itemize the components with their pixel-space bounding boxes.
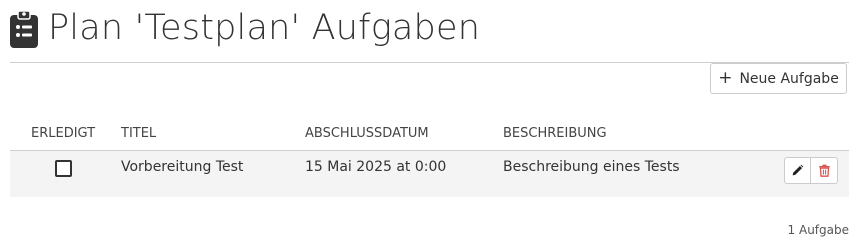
plus-icon: + <box>718 68 733 88</box>
trash-icon <box>818 164 830 177</box>
table-row: Vorbereitung Test 15 Mai 2025 at 0:00 Be… <box>10 151 849 197</box>
done-checkbox[interactable] <box>55 160 72 177</box>
column-header-due-date: ABSCHLUSSDATUM <box>305 126 429 141</box>
new-task-label: Neue Aufgabe <box>739 70 839 87</box>
pencil-icon <box>792 164 804 176</box>
new-task-button[interactable]: + Neue Aufgabe <box>710 63 847 94</box>
task-description: Beschreibung eines Tests <box>503 159 680 175</box>
task-due-date: 15 Mai 2025 at 0:00 <box>305 159 447 175</box>
clipboard-list-icon <box>10 10 38 48</box>
task-title: Vorbereitung Test <box>121 159 244 175</box>
column-header-done: ERLEDIGT <box>31 126 96 141</box>
row-actions <box>784 157 838 184</box>
task-count: 1 Aufgabe <box>787 223 849 237</box>
page-header: Plan 'Testplan' Aufgaben <box>10 8 480 48</box>
column-header-description: BESCHREIBUNG <box>503 126 607 141</box>
edit-button[interactable] <box>784 157 811 184</box>
delete-button[interactable] <box>811 157 838 184</box>
page-title: Plan 'Testplan' Aufgaben <box>48 8 481 48</box>
column-header-title: TITEL <box>121 126 157 141</box>
